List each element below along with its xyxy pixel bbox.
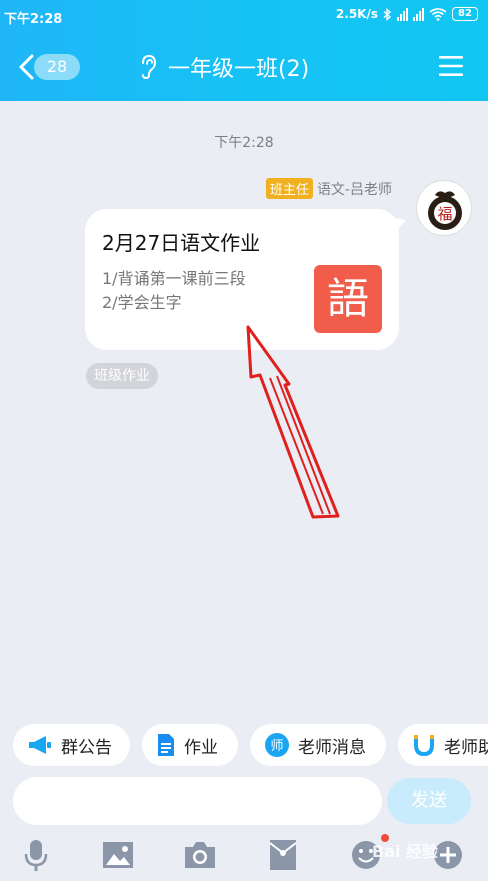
avatar[interactable]: 福 bbox=[416, 180, 472, 236]
role-badge: 班主任 bbox=[265, 178, 313, 199]
status-bar: 下午2:28 2.5K/s 82 bbox=[0, 0, 488, 32]
lucky-bag-icon: 福 bbox=[428, 191, 462, 230]
homework-tag[interactable]: 班级作业 bbox=[86, 363, 158, 389]
mic-icon[interactable] bbox=[18, 838, 54, 872]
chip-teacher-assistant[interactable]: 老师助 bbox=[398, 724, 488, 766]
header: 下午2:28 2.5K/s 82 28 一年级一班(2) bbox=[0, 0, 488, 101]
chip-label: 老师助 bbox=[444, 737, 488, 758]
teacher-icon: 师 bbox=[265, 733, 289, 757]
chip-homework[interactable]: 作业 bbox=[142, 724, 238, 766]
document-icon bbox=[158, 734, 174, 756]
homework-card[interactable]: 2月27日语文作业 1/背诵第一课前三段 2/学会生字 語 bbox=[85, 209, 399, 350]
avatar-char: 福 bbox=[437, 205, 452, 223]
chip-teacher-messages[interactable]: 师 老师消息 bbox=[250, 724, 386, 766]
baidu-watermark: Bai 经验 bbox=[372, 842, 439, 861]
nav-bar: 28 一年级一班(2) bbox=[0, 45, 488, 90]
homework-line-1: 1/背诵第一课前三段 bbox=[102, 269, 246, 288]
chip-label: 老师消息 bbox=[298, 737, 366, 758]
wifi-icon bbox=[429, 7, 447, 21]
battery-icon: 82 bbox=[452, 7, 478, 21]
homework-title: 2月27日语文作业 bbox=[102, 231, 261, 255]
camera-icon[interactable] bbox=[182, 838, 218, 872]
svg-text:师: 师 bbox=[270, 739, 283, 754]
chip-announcement[interactable]: 群公告 bbox=[13, 724, 130, 766]
status-time: 下午2:28 bbox=[4, 12, 63, 27]
title-wrap: 一年级一班(2) bbox=[138, 51, 309, 83]
back-chevron-icon[interactable] bbox=[16, 53, 36, 81]
signal-icon-2 bbox=[413, 7, 424, 21]
network-speed: 2.5K/s bbox=[335, 7, 378, 21]
quick-chips: 群公告 作业 师 老师消息 老师助 bbox=[0, 724, 488, 766]
send-button[interactable]: 发送 bbox=[387, 778, 471, 824]
sender-row: 班主任 语文-吕老师 bbox=[265, 178, 392, 199]
page-title: 一年级一班(2) bbox=[168, 57, 310, 82]
image-icon[interactable] bbox=[100, 838, 136, 872]
status-right: 2.5K/s 82 bbox=[336, 7, 478, 21]
sender-name[interactable]: 语文-吕老师 bbox=[317, 179, 392, 199]
message-input[interactable] bbox=[13, 777, 382, 825]
red-packet-icon[interactable] bbox=[265, 838, 301, 872]
signal-icon bbox=[397, 7, 408, 21]
ear-icon[interactable] bbox=[138, 54, 158, 80]
unread-badge[interactable]: 28 bbox=[34, 54, 80, 80]
message-timestamp: 下午2:28 bbox=[214, 135, 274, 151]
chinese-subject-icon: 語 bbox=[314, 265, 382, 333]
bluetooth-icon bbox=[383, 7, 392, 21]
menu-icon[interactable] bbox=[438, 54, 464, 78]
u-magnet-icon bbox=[414, 735, 434, 757]
chip-label: 群公告 bbox=[61, 737, 112, 758]
chip-label: 作业 bbox=[184, 737, 218, 758]
megaphone-icon bbox=[29, 736, 51, 754]
homework-line-2: 2/学会生字 bbox=[102, 293, 182, 312]
